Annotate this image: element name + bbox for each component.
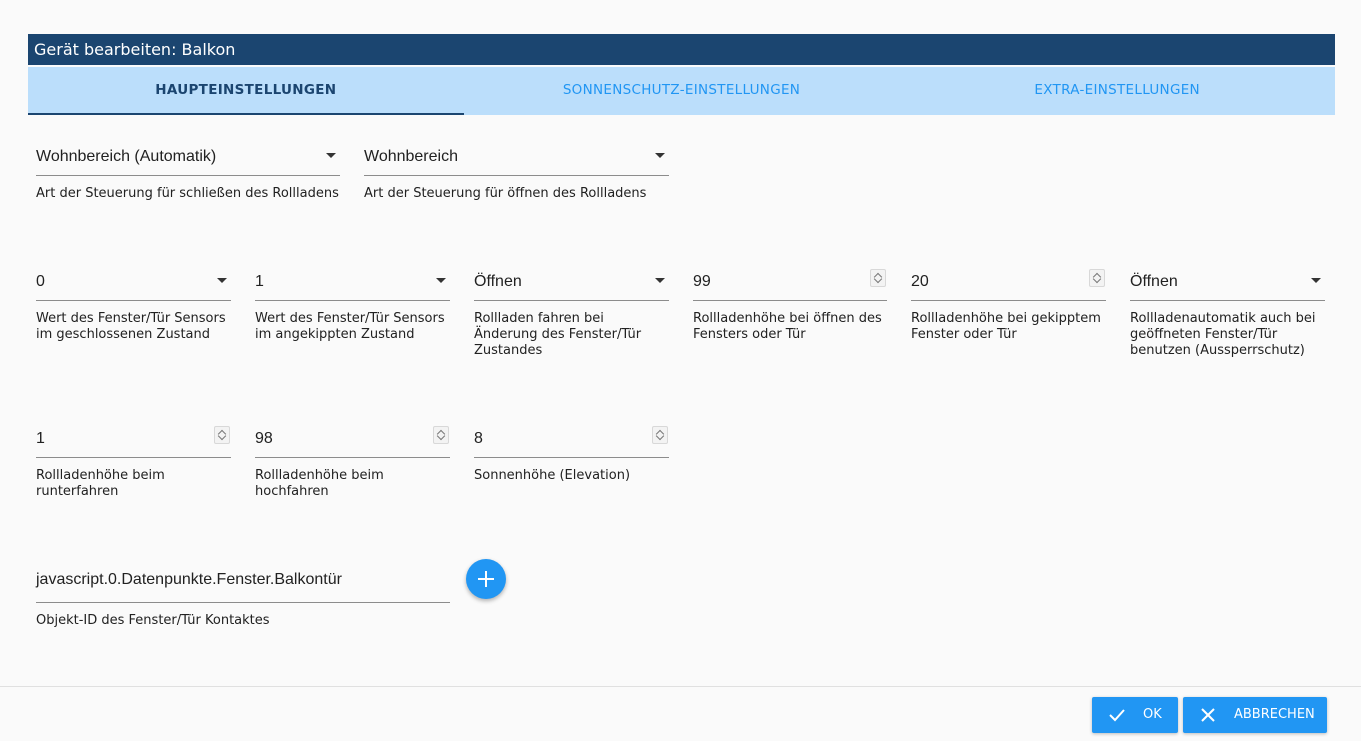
sensor-tilted-help: Wert des Fenster/Tür Sensors im angekipp… [255, 311, 445, 342]
open-type-help: Art der Steuerung für öffnen des Rolllad… [364, 186, 647, 201]
ok-button[interactable]: OK [1092, 697, 1178, 733]
dialog-title: Gerät bearbeiten: Balkon [28, 34, 1335, 65]
close-type-help: Art der Steuerung für schließen des Roll… [36, 186, 339, 201]
height-open-input[interactable]: 99 [693, 269, 887, 301]
sensor-closed-select[interactable]: 0 [36, 271, 231, 301]
height-down-input[interactable]: 1 [36, 426, 231, 458]
tab-sonnenschutz-einstellungen[interactable]: SONNENSCHUTZ-EINSTELLUNGEN [464, 67, 900, 115]
number-spinner-icon[interactable] [1089, 269, 1105, 287]
elevation-help: Sonnenhöhe (Elevation) [474, 468, 631, 483]
on-change-field: Öffnen Rollladen fahren bei Änderung des… [474, 271, 669, 359]
ok-label: OK [1143, 707, 1162, 722]
sensor-closed-value: 0 [36, 273, 45, 290]
dropdown-arrow-icon [655, 153, 665, 158]
height-tilted-input[interactable]: 20 [911, 269, 1106, 301]
number-spinner-icon[interactable] [214, 426, 230, 444]
object-id-value: javascript.0.Datenpunkte.Fenster.Balkont… [36, 571, 342, 588]
close-type-field: Wohnbereich (Automatik) Art der Steuerun… [36, 146, 340, 202]
object-id-input[interactable]: javascript.0.Datenpunkte.Fenster.Balkont… [36, 569, 450, 603]
height-tilted-field: 20 Rollladenhöhe bei gekipptem Fenster o… [911, 269, 1106, 343]
elevation-field: 8 Sonnenhöhe (Elevation) [474, 426, 669, 484]
dropdown-arrow-icon [436, 278, 446, 283]
height-open-field: 99 Rollladenhöhe bei öffnen des Fensters… [693, 269, 887, 343]
sensor-tilted-field: 1 Wert des Fenster/Tür Sensors im angeki… [255, 271, 450, 343]
height-up-help: Rollladenhöhe beim hochfahren [255, 468, 384, 499]
open-type-field: Wohnbereich Art der Steuerung für öffnen… [364, 146, 669, 202]
height-up-value: 98 [255, 430, 273, 447]
height-down-value: 1 [36, 430, 45, 447]
height-down-help: Rollladenhöhe beim runterfahren [36, 468, 165, 499]
lockout-field: Öffnen Rollladenautomatik auch bei geöff… [1130, 271, 1325, 359]
number-spinner-icon[interactable] [652, 426, 668, 444]
lockout-help: Rollladenautomatik auch bei geöffneten F… [1130, 311, 1316, 358]
object-id-help: Objekt-ID des Fenster/Tür Kontaktes [36, 613, 270, 628]
number-spinner-icon[interactable] [433, 426, 449, 444]
cancel-button[interactable]: ABBRECHEN [1183, 697, 1327, 733]
footer-divider [0, 686, 1361, 687]
height-open-help: Rollladenhöhe bei öffnen des Fensters od… [693, 311, 882, 342]
close-icon [1201, 708, 1215, 722]
elevation-input[interactable]: 8 [474, 426, 669, 458]
close-type-select[interactable]: Wohnbereich (Automatik) [36, 146, 340, 176]
on-change-help: Rollladen fahren bei Änderung des Fenste… [474, 311, 642, 358]
height-up-input[interactable]: 98 [255, 426, 450, 458]
number-spinner-icon[interactable] [870, 269, 886, 287]
tab-bar: HAUPTEINSTELLUNGEN SONNENSCHUTZ-EINSTELL… [28, 67, 1335, 115]
open-type-value: Wohnbereich [364, 148, 458, 165]
height-tilted-value: 20 [911, 273, 929, 290]
dropdown-arrow-icon [217, 278, 227, 283]
dropdown-arrow-icon [655, 278, 665, 283]
tab-haupteinstellungen[interactable]: HAUPTEINSTELLUNGEN [28, 67, 464, 115]
height-up-field: 98 Rollladenhöhe beim hochfahren [255, 426, 450, 500]
sensor-closed-help: Wert des Fenster/Tür Sensors im geschlos… [36, 311, 226, 342]
height-down-field: 1 Rollladenhöhe beim runterfahren [36, 426, 231, 500]
lockout-value: Öffnen [1130, 273, 1178, 290]
elevation-value: 8 [474, 430, 483, 447]
tab-extra-einstellungen[interactable]: EXTRA-EINSTELLUNGEN [899, 67, 1335, 115]
cancel-label: ABBRECHEN [1234, 707, 1315, 722]
height-tilted-help: Rollladenhöhe bei gekipptem Fenster oder… [911, 311, 1101, 342]
on-change-value: Öffnen [474, 273, 522, 290]
height-open-value: 99 [693, 273, 711, 290]
close-type-value: Wohnbereich (Automatik) [36, 148, 217, 165]
lockout-select[interactable]: Öffnen [1130, 271, 1325, 301]
dropdown-arrow-icon [326, 153, 336, 158]
open-type-select[interactable]: Wohnbereich [364, 146, 669, 176]
check-icon [1109, 709, 1125, 722]
add-object-button[interactable] [466, 559, 506, 599]
dropdown-arrow-icon [1311, 278, 1321, 283]
object-id-field: javascript.0.Datenpunkte.Fenster.Balkont… [36, 569, 450, 629]
sensor-tilted-select[interactable]: 1 [255, 271, 450, 301]
sensor-closed-field: 0 Wert des Fenster/Tür Sensors im geschl… [36, 271, 231, 343]
sensor-tilted-value: 1 [255, 273, 264, 290]
on-change-select[interactable]: Öffnen [474, 271, 669, 301]
